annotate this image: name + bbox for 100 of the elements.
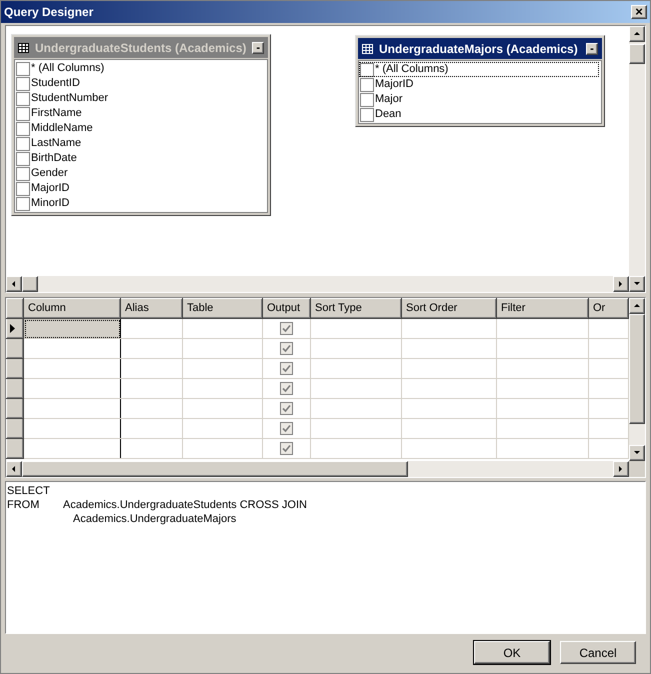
grid-cell[interactable] xyxy=(402,358,496,378)
grid-cell[interactable] xyxy=(262,318,310,338)
column-checkbox[interactable] xyxy=(360,92,374,106)
row-header[interactable] xyxy=(6,358,24,378)
column-header[interactable]: Output xyxy=(262,298,310,318)
column-row[interactable]: StudentID xyxy=(15,76,265,91)
grid-cell[interactable] xyxy=(496,378,588,398)
grid-cell[interactable] xyxy=(496,358,588,378)
grid-cell[interactable] xyxy=(120,318,182,338)
grid-cell[interactable] xyxy=(120,378,182,398)
vertical-scrollbar[interactable] xyxy=(629,26,645,292)
column-row[interactable]: MinorID xyxy=(15,196,265,211)
row-header[interactable] xyxy=(6,438,24,458)
column-header[interactable]: Sort Order xyxy=(402,298,496,318)
scrollbar-thumb[interactable] xyxy=(629,44,645,64)
grid-cell[interactable] xyxy=(310,418,402,438)
grid-cell[interactable] xyxy=(182,318,262,338)
column-row[interactable]: Gender xyxy=(15,166,265,181)
column-row[interactable]: MajorID xyxy=(359,77,599,92)
scroll-left-button[interactable] xyxy=(6,276,22,292)
column-row[interactable]: BirthDate xyxy=(15,151,265,166)
grid-cell[interactable] xyxy=(262,338,310,358)
table-window[interactable]: UndergraduateMajors (Academics) - * (All Columns) MajorID Major Dean xyxy=(355,35,605,127)
grid-cell[interactable] xyxy=(182,418,262,438)
column-header[interactable]: Filter xyxy=(496,298,588,318)
grid-cell[interactable] xyxy=(402,338,496,358)
grid-cell[interactable] xyxy=(182,398,262,418)
column-row[interactable]: LastName xyxy=(15,136,265,151)
column-checkbox[interactable] xyxy=(16,92,30,106)
grid-cell[interactable] xyxy=(402,378,496,398)
column-checkbox[interactable] xyxy=(360,108,374,122)
grid-cell[interactable] xyxy=(262,438,310,458)
grid-cell[interactable] xyxy=(262,418,310,438)
grid-cell[interactable] xyxy=(182,378,262,398)
column-row[interactable]: FirstName xyxy=(15,106,265,121)
table-window[interactable]: UndergraduateStudents (Academics) - * (All Columns) StudentID StudentNumber FirstName MiddleName LastName BirthDate Gender MajorID MinorID xyxy=(11,34,271,216)
scrollbar-thumb[interactable] xyxy=(22,461,408,477)
grid-cell[interactable] xyxy=(496,418,588,438)
output-checkbox[interactable] xyxy=(280,442,293,455)
column-row[interactable]: Dean xyxy=(359,107,599,122)
column-checkbox[interactable] xyxy=(16,136,30,150)
scroll-down-button[interactable] xyxy=(629,445,645,461)
grid-cell[interactable] xyxy=(182,358,262,378)
column-checkbox[interactable] xyxy=(360,62,374,76)
grid-cell[interactable] xyxy=(24,318,120,338)
column-header[interactable]: Or xyxy=(588,298,628,318)
grid-cell[interactable] xyxy=(496,438,588,458)
grid-cell[interactable] xyxy=(310,338,402,358)
output-checkbox[interactable] xyxy=(280,422,293,435)
column-checkbox[interactable] xyxy=(16,76,30,90)
column-checkbox[interactable] xyxy=(16,122,30,136)
scroll-right-button[interactable] xyxy=(613,276,629,292)
output-checkbox[interactable] xyxy=(280,322,293,335)
grid-cell[interactable] xyxy=(262,358,310,378)
scrollbar-thumb[interactable] xyxy=(629,314,645,424)
column-checkbox[interactable] xyxy=(360,78,374,92)
column-row[interactable]: MajorID xyxy=(15,181,265,196)
column-checkbox[interactable] xyxy=(16,182,30,196)
grid-cell[interactable] xyxy=(310,378,402,398)
grid-cell[interactable] xyxy=(310,438,402,458)
column-checkbox[interactable] xyxy=(16,196,30,210)
grid-cell[interactable] xyxy=(24,398,120,418)
dialog-button[interactable]: Cancel xyxy=(560,641,636,664)
horizontal-scrollbar[interactable] xyxy=(6,461,629,477)
column-row[interactable]: * (All Columns) xyxy=(15,61,265,76)
column-header[interactable]: Table xyxy=(182,298,262,318)
output-checkbox[interactable] xyxy=(280,342,293,355)
output-checkbox[interactable] xyxy=(280,382,293,395)
scrollbar-thumb[interactable] xyxy=(22,276,38,292)
column-header[interactable]: Alias xyxy=(120,298,182,318)
output-checkbox[interactable] xyxy=(280,402,293,415)
collapse-button[interactable]: - xyxy=(252,42,264,54)
row-header[interactable] xyxy=(6,398,24,418)
grid-cell[interactable] xyxy=(120,398,182,418)
scroll-up-button[interactable] xyxy=(629,26,645,42)
grid-cell[interactable] xyxy=(402,418,496,438)
column-checkbox[interactable] xyxy=(16,106,30,120)
grid-cell[interactable] xyxy=(24,338,120,358)
grid-cell[interactable] xyxy=(24,438,120,458)
grid-cell[interactable] xyxy=(310,358,402,378)
grid-cell[interactable] xyxy=(496,318,588,338)
grid-cell[interactable] xyxy=(262,398,310,418)
grid-cell[interactable] xyxy=(402,398,496,418)
dialog-button[interactable]: OK xyxy=(474,641,550,664)
row-header[interactable] xyxy=(6,378,24,398)
vertical-scrollbar[interactable] xyxy=(629,298,645,461)
column-checkbox[interactable] xyxy=(16,62,30,76)
grid-cell[interactable] xyxy=(496,398,588,418)
column-row[interactable]: * (All Columns) xyxy=(359,62,599,77)
grid-cell[interactable] xyxy=(182,338,262,358)
column-header[interactable]: Sort Type xyxy=(310,298,402,318)
grid-cell[interactable] xyxy=(120,338,182,358)
sql-pane[interactable]: SELECT FROM Academics.UndergraduateStudents CROSS JOIN Academics.UndergraduateMajors xyxy=(5,481,646,634)
column-checkbox[interactable] xyxy=(16,152,30,166)
grid-cell[interactable] xyxy=(496,338,588,358)
grid-cell[interactable] xyxy=(402,438,496,458)
grid-cell[interactable] xyxy=(402,318,496,338)
grid-cell[interactable] xyxy=(24,378,120,398)
grid-cell[interactable] xyxy=(120,358,182,378)
scroll-left-button[interactable] xyxy=(6,461,22,477)
